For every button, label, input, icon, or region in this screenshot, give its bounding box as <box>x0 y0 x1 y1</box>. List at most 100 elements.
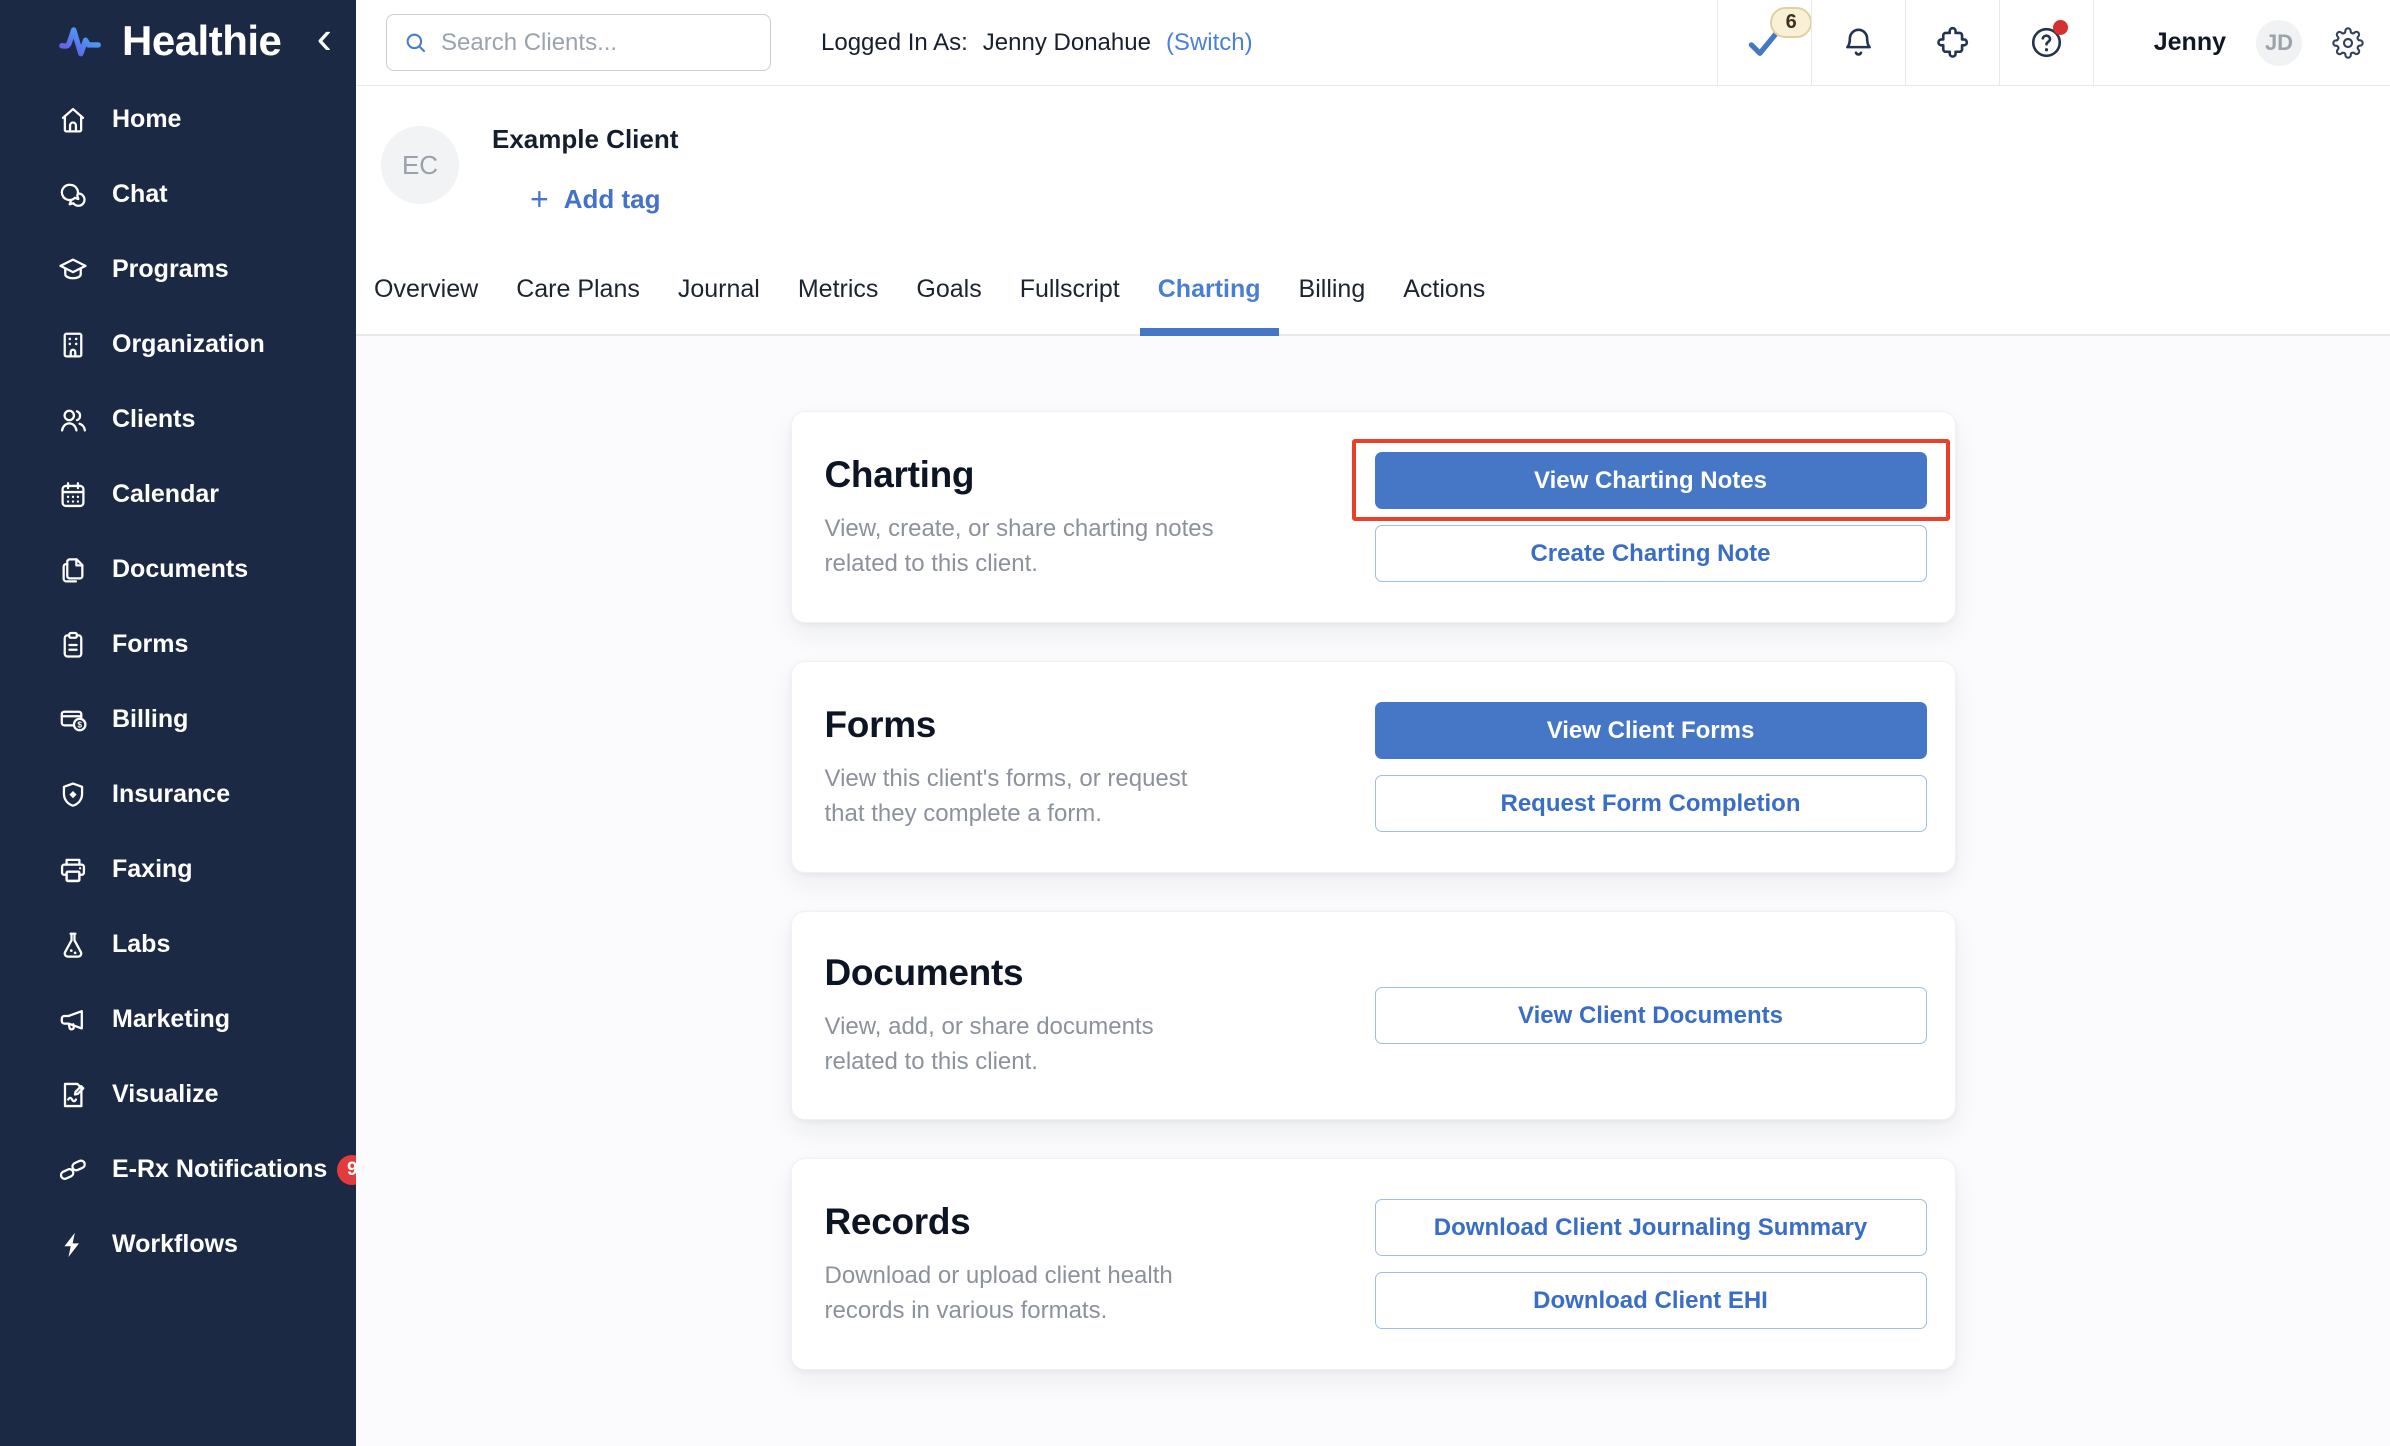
card-actions: View Client Forms Request Form Completion <box>1375 702 1927 832</box>
sidebar-item-label: Faxing <box>112 855 193 884</box>
count-badge: 6 <box>1770 7 1812 38</box>
notifications-bell-button[interactable] <box>1811 0 1905 85</box>
tab-charting[interactable]: Charting <box>1140 255 1279 336</box>
sidebar-item-label: Chat <box>112 180 168 209</box>
card-forms: FormsView this client's forms, or reques… <box>791 661 1956 873</box>
sidebar-item-forms[interactable]: Forms <box>0 607 356 682</box>
user-name: Jenny <box>2154 28 2226 57</box>
app-root: Healthie ‹ Home Chat Programs Organization C… <box>0 0 2390 1446</box>
create-charting-note-button[interactable]: Create Charting Note <box>1375 525 1927 582</box>
tab-actions[interactable]: Actions <box>1385 255 1503 336</box>
view-charting-notes-button[interactable]: View Charting Notes <box>1375 452 1927 509</box>
add-tag-button[interactable]: + Add tag <box>530 183 678 215</box>
topbar-spacer <box>1253 0 1717 85</box>
graduation-cap-icon <box>56 253 90 287</box>
svg-text:$: $ <box>77 720 82 729</box>
download-client-ehi-button[interactable]: Download Client EHI <box>1375 1272 1927 1329</box>
button-wrap: Create Charting Note <box>1375 525 1927 582</box>
search-icon <box>403 30 429 56</box>
sidebar: Healthie ‹ Home Chat Programs Organization C… <box>0 0 356 1446</box>
topbar: Logged In As: Jenny Donahue (Switch) 6 J… <box>356 0 2390 86</box>
integrations-puzzle-button[interactable] <box>1905 0 1999 85</box>
tab-journal[interactable]: Journal <box>660 255 778 336</box>
fax-printer-icon <box>56 853 90 887</box>
card-actions: View Charting Notes Create Charting Note <box>1375 452 1927 582</box>
sidebar-item-organization[interactable]: Organization <box>0 307 356 382</box>
integrations-puzzle-icon <box>1934 24 1971 61</box>
sidebar-item-insurance[interactable]: Insurance <box>0 757 356 832</box>
button-wrap: View Client Documents <box>1375 987 1927 1044</box>
credit-card-dollar-icon: $ <box>56 703 90 737</box>
logged-in-label: Logged In As: <box>821 29 968 57</box>
button-wrap: Download Client EHI <box>1375 1272 1927 1329</box>
tab-overview[interactable]: Overview <box>356 255 496 336</box>
button-wrap: Request Form Completion <box>1375 775 1927 832</box>
content-area: ChartingView, create, or share charting … <box>356 336 2390 1446</box>
sidebar-item-label: Visualize <box>112 1080 219 1109</box>
card-actions: View Client Documents <box>1375 987 1927 1044</box>
sidebar-item-workflows[interactable]: Workflows <box>0 1207 356 1282</box>
card-title: Documents <box>825 952 1225 994</box>
sidebar-item-home[interactable]: Home <box>0 82 356 157</box>
main-column: Logged In As: Jenny Donahue (Switch) 6 J… <box>356 0 2390 1446</box>
sidebar-item-clients[interactable]: Clients <box>0 382 356 457</box>
topbar-icon-cluster: 6 <box>1717 0 2093 85</box>
sidebar-item-visualize[interactable]: Visualize <box>0 1057 356 1132</box>
card-info: Documents View, add, or share documents r… <box>825 952 1225 1079</box>
switch-user-link[interactable]: (Switch) <box>1166 29 1253 57</box>
search-input[interactable] <box>441 29 754 57</box>
client-tabs: OverviewCare PlansJournalMetricsGoalsFul… <box>356 255 2390 336</box>
view-client-documents-button[interactable]: View Client Documents <box>1375 987 1927 1044</box>
settings-gear-icon[interactable] <box>2332 27 2364 59</box>
sidebar-item-label: Insurance <box>112 780 230 809</box>
sidebar-item-label: Forms <box>112 630 188 659</box>
client-header: EC Example Client + Add tag <box>356 86 2390 215</box>
notifications-bell-icon <box>1840 24 1877 61</box>
sidebar-item-label: Billing <box>112 705 188 734</box>
card-actions: Download Client Journaling Summary Downlo… <box>1375 1199 1927 1329</box>
sidebar-item-label: Marketing <box>112 1005 230 1034</box>
tab-care-plans[interactable]: Care Plans <box>498 255 658 336</box>
sidebar-item-label: E-Rx Notifications <box>112 1155 327 1184</box>
sidebar-item-label: Workflows <box>112 1230 238 1259</box>
sidebar-item-marketing[interactable]: Marketing <box>0 982 356 1057</box>
card-documents: Documents View, add, or share documents r… <box>791 911 1956 1120</box>
search-box <box>386 14 771 71</box>
user-avatar[interactable]: JD <box>2256 20 2302 66</box>
healthie-logo[interactable]: Healthie <box>58 17 281 65</box>
logged-in-name: Jenny Donahue <box>983 29 1151 57</box>
sidebar-item-label: Organization <box>112 330 265 359</box>
tab-goals[interactable]: Goals <box>898 255 999 336</box>
sidebar-item-programs[interactable]: Programs <box>0 232 356 307</box>
sidebar-item-e-rx-notifications[interactable]: E-Rx Notifications9 <box>0 1132 356 1207</box>
download-client-journaling-summary-button[interactable]: Download Client Journaling Summary <box>1375 1199 1927 1256</box>
sidebar-item-faxing[interactable]: Faxing <box>0 832 356 907</box>
card-records: RecordsDownload or upload client health … <box>791 1158 1956 1370</box>
tab-fullscript[interactable]: Fullscript <box>1002 255 1138 336</box>
sidebar-item-billing[interactable]: $ Billing <box>0 682 356 757</box>
client-info: Example Client + Add tag <box>492 126 678 215</box>
sidebar-item-calendar[interactable]: Calendar <box>0 457 356 532</box>
sidebar-item-labs[interactable]: Labs <box>0 907 356 982</box>
copy-pages-icon <box>56 553 90 587</box>
tab-metrics[interactable]: Metrics <box>780 255 897 336</box>
user-area: Jenny JD <box>2093 0 2390 85</box>
sidebar-collapse-button[interactable]: ‹ <box>317 19 342 64</box>
home-icon <box>56 103 90 137</box>
card-title: Records <box>825 1201 1225 1243</box>
request-form-completion-button[interactable]: Request Form Completion <box>1375 775 1927 832</box>
card-description: View this client's forms, or request tha… <box>825 761 1225 831</box>
view-client-forms-button[interactable]: View Client Forms <box>1375 702 1927 759</box>
logged-in-as: Logged In As: Jenny Donahue (Switch) <box>821 29 1253 57</box>
tab-billing[interactable]: Billing <box>1281 255 1384 336</box>
clipboard-icon <box>56 628 90 662</box>
sidebar-item-chat[interactable]: Chat <box>0 157 356 232</box>
card-description: View, add, or share documents related to… <box>825 1009 1225 1079</box>
client-avatar: EC <box>381 126 459 204</box>
card-info: RecordsDownload or upload client health … <box>825 1201 1225 1328</box>
pulse-icon <box>58 22 110 60</box>
plus-icon: + <box>530 183 549 215</box>
sidebar-item-documents[interactable]: Documents <box>0 532 356 607</box>
tasks-check-button[interactable]: 6 <box>1717 0 1811 85</box>
help-question-button[interactable] <box>1999 0 2093 85</box>
